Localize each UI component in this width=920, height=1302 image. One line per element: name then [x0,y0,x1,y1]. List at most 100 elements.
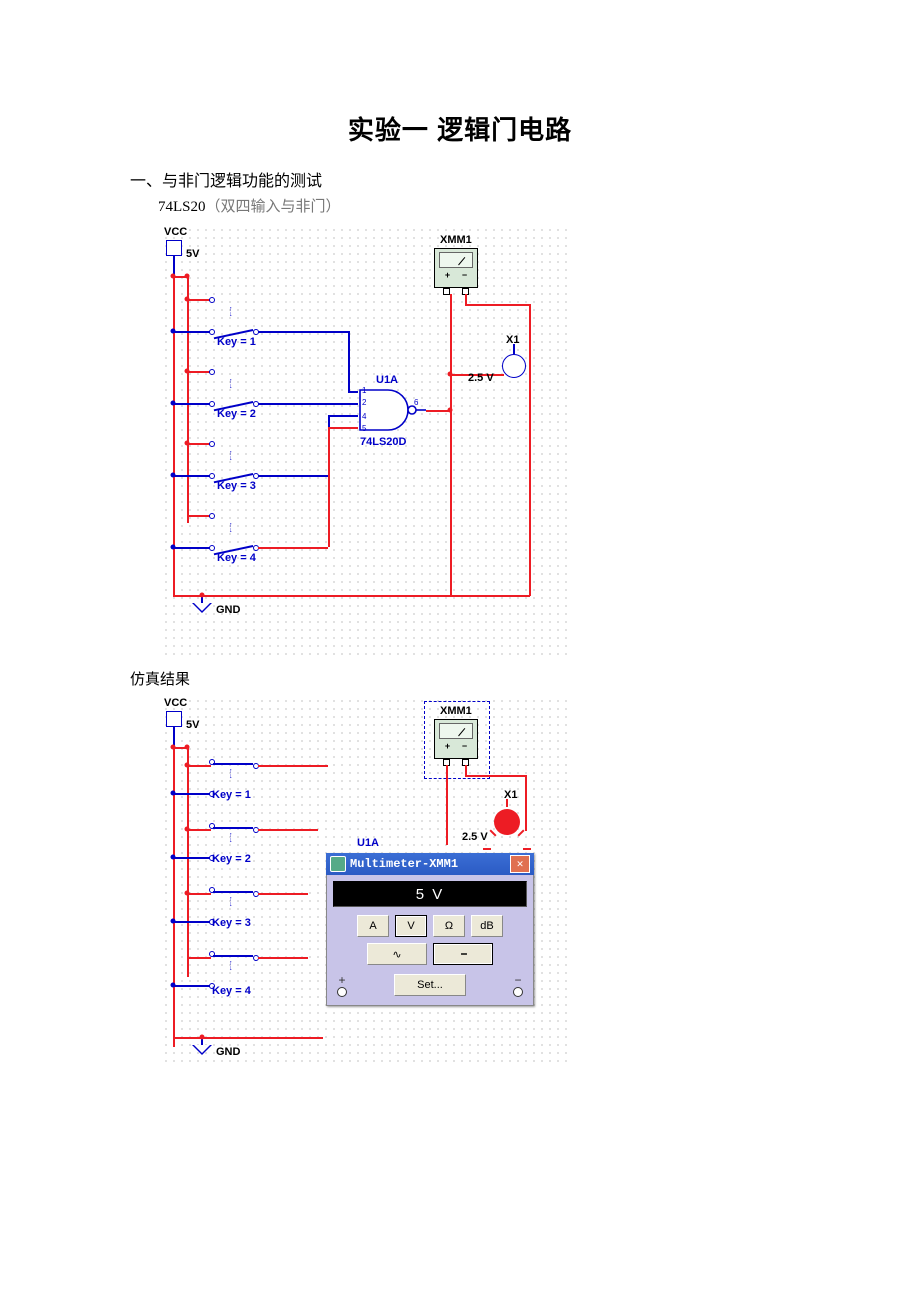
switch-3[interactable]: ↑↓ [209,443,259,457]
dc-button[interactable]: ⎯ [433,943,493,965]
xmm-label: XMM1 [440,705,472,717]
wire [465,775,525,777]
wire [258,403,348,405]
wire [348,331,350,391]
mode-v-button[interactable]: V [395,915,427,937]
switch-1-label: Key = 1 [217,336,256,348]
wire [348,403,358,405]
indicator-voltage: 2.5 V [462,831,488,843]
junction [171,329,176,334]
vcc-label: VCC [164,226,187,238]
wire [465,294,467,304]
junction [171,919,176,924]
gnd-symbol [192,595,212,613]
switch-1[interactable]: ↑↓ [209,299,259,313]
wire [328,427,330,547]
xmm-minus: − [462,741,467,751]
junction [185,441,190,446]
wire [258,331,348,333]
plus-port[interactable] [337,987,347,997]
switch-4[interactable]: ↑↓ [209,515,259,529]
multimeter-instrument[interactable]: +− [434,719,478,759]
ac-button[interactable]: ∿ [367,943,427,965]
sim-result-label: 仿真结果 [130,668,790,689]
wire [173,403,211,405]
wire [173,857,211,859]
junction [171,983,176,988]
junction [200,1035,205,1040]
multimeter-instrument[interactable]: +− [434,248,478,288]
vcc-label: VCC [164,697,187,709]
multimeter-window[interactable]: Multimeter-XMM1 ✕ 5 V A V Ω dB ∿ [326,853,534,1006]
wire [258,957,308,959]
wire [187,747,189,977]
wire [187,515,211,517]
wire [328,427,358,429]
indicator-x1: X1 [502,354,526,378]
document-page: 实验一 逻辑门电路 一、与非门逻辑功能的测试 74LS20（双四输入与非门） V… [0,0,920,1125]
plus-label: + [338,973,345,987]
chip-name: 74LS20 [158,199,206,215]
close-button[interactable]: ✕ [510,855,530,873]
vcc-terminal [166,711,182,727]
junction [171,855,176,860]
pin-6: 6 [414,398,418,407]
switch-4[interactable]: ↑↓ [209,953,259,967]
wire [258,829,318,831]
junction [171,791,176,796]
junction [171,401,176,406]
wave-row: ∿ ⎯ [333,943,527,965]
switch-3[interactable]: ↑↓ [209,889,259,903]
multimeter-body: 5 V A V Ω dB ∿ ⎯ + [326,875,534,1006]
mode-a-button[interactable]: A [357,915,389,937]
switch-2[interactable]: ↑↓ [209,371,259,385]
wire [173,331,211,333]
junction [185,274,190,279]
wire [465,304,529,306]
wire [529,304,531,596]
switch-3-label: Key = 3 [212,917,251,929]
mode-row: A V Ω dB [333,915,527,937]
multimeter-titlebar[interactable]: Multimeter-XMM1 ✕ [326,853,534,875]
vcc-terminal [166,240,182,256]
chip-description: 74LS20（双四输入与非门） [158,195,790,216]
vcc-voltage: 5V [186,719,199,731]
junction [171,473,176,478]
multimeter-display: 5 V [333,881,527,907]
switch-2-label: Key = 2 [217,408,256,420]
xmm-minus: − [462,270,467,280]
dc-line-icon: ⎯ [461,948,465,961]
multimeter-title: Multimeter-XMM1 [350,857,458,871]
wire [525,775,527,831]
minus-port[interactable] [513,987,523,997]
multimeter-footer: + Set... − [333,971,527,999]
sine-icon: ∿ [392,948,401,961]
minus-label: − [514,973,521,987]
indicator-x1-lit [494,809,520,835]
wire [173,475,211,477]
gnd-label: GND [216,604,240,616]
switch-2[interactable]: ↑↓ [209,825,259,839]
close-icon: ✕ [517,857,524,871]
switch-3-label: Key = 3 [217,480,256,492]
wire [187,371,211,373]
junction [448,372,453,377]
switch-4-label: Key = 4 [217,552,256,564]
mode-ohm-button[interactable]: Ω [433,915,465,937]
wire [187,829,211,831]
wire [258,893,308,895]
switch-1[interactable]: ↑↓ [209,761,259,775]
wire [173,921,211,923]
wire [258,765,328,767]
wire [328,415,358,417]
gnd-label: GND [216,1046,240,1058]
junction [185,297,190,302]
multimeter-app-icon [330,856,346,872]
set-button[interactable]: Set... [394,974,466,996]
gate-ref: U1A [357,837,379,849]
schematic-2: VCC 5V ↑↓ Key = 1 [162,697,572,1065]
pin-5: 5 [362,424,366,433]
mode-db-button[interactable]: dB [471,915,503,937]
junction [185,891,190,896]
junction [185,369,190,374]
